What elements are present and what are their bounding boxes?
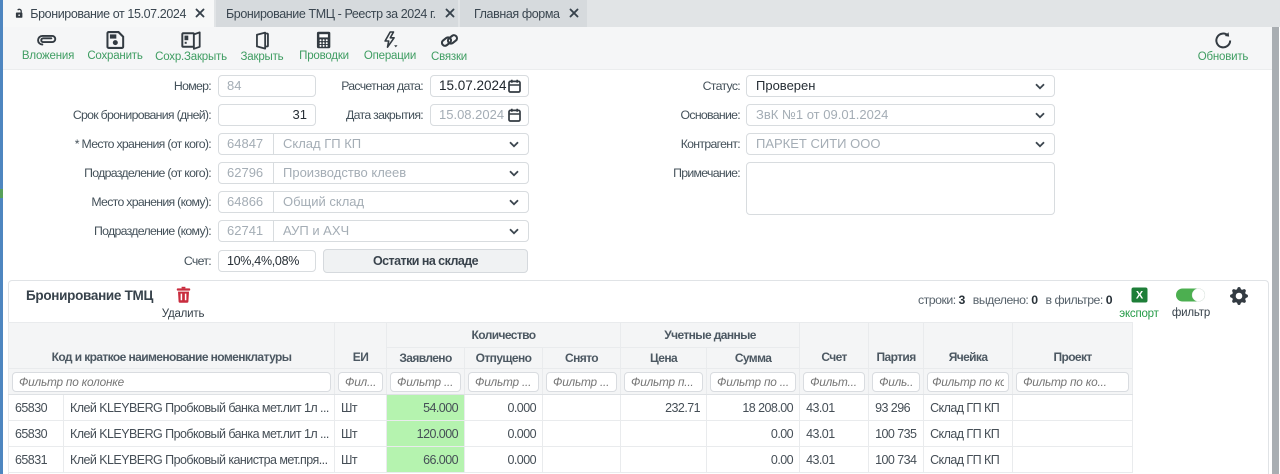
svg-text:X: X	[1135, 290, 1143, 302]
